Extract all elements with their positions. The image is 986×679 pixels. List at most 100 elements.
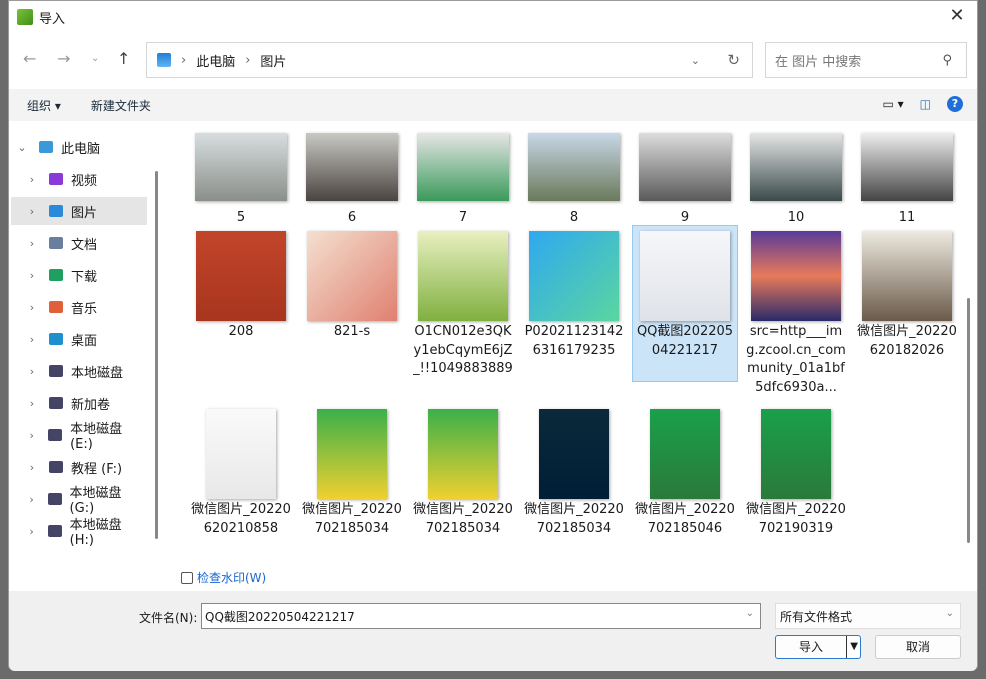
file-name: P020211231426316179235: [524, 324, 624, 358]
chevron-right-icon[interactable]: ›: [21, 205, 43, 218]
file-item[interactable]: 8: [521, 127, 627, 229]
folder-icon: [49, 333, 63, 345]
file-item[interactable]: 微信图片_20220620182026: [854, 225, 960, 361]
import-button[interactable]: 导入 ▼: [775, 635, 861, 659]
sidebar-item[interactable]: › 桌面: [11, 325, 147, 353]
watermark-label[interactable]: 检查水印(W): [197, 569, 266, 586]
file-item[interactable]: src=http___img.zcool.cn_community_01a1bf…: [743, 225, 849, 398]
forward-button[interactable]: →: [57, 49, 70, 68]
sidebar-item[interactable]: › 教程 (F:): [11, 453, 147, 481]
folder-icon: [49, 269, 63, 281]
filetype-select[interactable]: 所有文件格式 ⌄: [775, 603, 961, 629]
file-item[interactable]: QQ截图20220504221217: [632, 225, 738, 382]
breadcrumb-this-pc[interactable]: 此电脑: [196, 51, 235, 70]
refresh-icon[interactable]: ↻: [727, 51, 740, 69]
sidebar-item[interactable]: › 图片: [11, 197, 147, 225]
file-item[interactable]: P020211231426316179235: [521, 225, 627, 361]
file-thumbnail: [417, 133, 509, 201]
sidebar-item-label: 本地磁盘: [71, 365, 124, 381]
sidebar-item[interactable]: › 本地磁盘 (E:): [11, 421, 147, 452]
file-thumbnail: [529, 231, 619, 321]
file-grid: 5 6 7 8 9 10 11 208 821-s O1CN012e3QKy1ebCqymE6jZ…: [169, 121, 977, 564]
sidebar-item[interactable]: › 本地磁盘 (G:): [11, 485, 147, 516]
chevron-right-icon[interactable]: ›: [21, 365, 43, 378]
file-thumbnail: [206, 409, 276, 499]
sidebar-item[interactable]: › 视频: [11, 165, 147, 193]
chevron-right-icon[interactable]: ›: [21, 429, 42, 442]
chevron-right-icon[interactable]: ›: [21, 237, 43, 250]
cancel-button[interactable]: 取消: [875, 635, 961, 659]
view-options-icon[interactable]: ▭ ▾: [882, 97, 903, 111]
file-grid-scrollbar[interactable]: [967, 298, 970, 543]
sidebar-scrollbar[interactable]: [155, 171, 158, 539]
file-item[interactable]: 微信图片_20220702185034: [299, 403, 405, 539]
filename-input[interactable]: QQ截图20220504221217 ⌄: [201, 603, 761, 629]
watermark-checkbox[interactable]: [181, 571, 193, 584]
search-input[interactable]: 在 图片 中搜索 ⚲: [765, 42, 967, 78]
chevron-right-icon[interactable]: ›: [21, 397, 43, 410]
chevron-right-icon[interactable]: ›: [21, 525, 42, 538]
sidebar-item-label: 下载: [71, 269, 98, 285]
sidebar-item-label: 桌面: [71, 333, 98, 349]
sidebar-item-label: 教程 (F:): [71, 461, 123, 477]
recent-dropdown[interactable]: ⌄: [91, 53, 99, 64]
chevron-right-icon[interactable]: ›: [21, 301, 43, 314]
file-item[interactable]: 9: [632, 127, 738, 229]
file-item[interactable]: 6: [299, 127, 405, 229]
file-name: 208: [228, 324, 254, 339]
sidebar-item[interactable]: › 下载: [11, 261, 147, 289]
search-placeholder: 在 图片 中搜索: [775, 54, 862, 70]
folder-icon: [39, 141, 53, 153]
help-icon[interactable]: ?: [947, 96, 963, 112]
folder-icon: [49, 205, 63, 217]
sidebar-item[interactable]: › 本地磁盘: [11, 357, 147, 385]
file-item[interactable]: 微信图片_20220702185034: [521, 403, 627, 539]
file-thumbnail: [862, 231, 952, 321]
folder-icon: [49, 397, 63, 409]
file-item[interactable]: 微信图片_20220702185046: [632, 403, 738, 539]
sidebar-item[interactable]: › 音乐: [11, 293, 147, 321]
file-thumbnail: [861, 133, 953, 201]
file-item[interactable]: O1CN012e3QKy1ebCqymE6jZ_!!1049883889: [410, 225, 516, 380]
address-bar[interactable]: › 此电脑 › 图片 ⌄ ↻: [146, 42, 753, 78]
breadcrumb-pictures[interactable]: 图片: [260, 51, 286, 70]
file-item[interactable]: 7: [410, 127, 516, 229]
address-dropdown-icon[interactable]: ⌄: [691, 54, 700, 67]
chevron-down-icon[interactable]: ⌄: [11, 141, 33, 154]
file-item[interactable]: 微信图片_20220620210858: [188, 403, 294, 539]
chevron-right-icon[interactable]: ›: [21, 493, 42, 506]
file-item[interactable]: 5: [188, 127, 294, 229]
watermark-check[interactable]: 检查水印(W): [181, 569, 266, 586]
sidebar-item[interactable]: ⌄ 此电脑: [11, 133, 147, 161]
file-item[interactable]: 10: [743, 127, 849, 229]
chevron-right-icon[interactable]: ›: [21, 461, 43, 474]
import-dropdown-icon[interactable]: ▼: [846, 636, 858, 658]
sidebar-item[interactable]: › 新加卷: [11, 389, 147, 417]
chevron-right-icon[interactable]: ›: [21, 269, 43, 282]
window-title: 导入: [39, 11, 66, 27]
sidebar-item-label: 文档: [71, 237, 98, 253]
file-item[interactable]: 821-s: [299, 225, 405, 343]
sidebar-item[interactable]: › 文档: [11, 229, 147, 257]
new-folder-button[interactable]: 新建文件夹: [91, 97, 151, 114]
file-name: 微信图片_20220702185034: [413, 502, 513, 536]
chevron-right-icon[interactable]: ›: [21, 173, 43, 186]
file-thumbnail: [528, 133, 620, 201]
close-button[interactable]: ✕: [945, 5, 969, 29]
sidebar-item-label: 音乐: [71, 301, 98, 317]
file-item[interactable]: 微信图片_20220702190319: [743, 403, 849, 539]
sidebar-item[interactable]: › 本地磁盘 (H:): [11, 517, 147, 548]
filename-label: 文件名(N):: [139, 611, 198, 625]
file-item[interactable]: 208: [188, 225, 294, 343]
organize-button[interactable]: 组织 ▾: [27, 97, 61, 114]
chevron-down-icon: ⌄: [945, 608, 954, 619]
up-button[interactable]: ↑: [117, 49, 130, 68]
filename-dropdown-icon[interactable]: ⌄: [746, 608, 754, 619]
sidebar: ⌄ 此电脑 › 视频 › 图片 › 文档 › 下载 › 音乐 › 桌面 › 本地磁盘 › 新加卷 › 本地磁盘 (E:…: [9, 121, 159, 564]
file-item[interactable]: 微信图片_20220702185034: [410, 403, 516, 539]
file-item[interactable]: 11: [854, 127, 960, 229]
preview-pane-icon[interactable]: ◫: [920, 97, 931, 111]
chevron-right-icon[interactable]: ›: [21, 333, 43, 346]
back-button[interactable]: ←: [23, 49, 36, 68]
sidebar-item-label: 本地磁盘 (G:): [69, 486, 122, 516]
